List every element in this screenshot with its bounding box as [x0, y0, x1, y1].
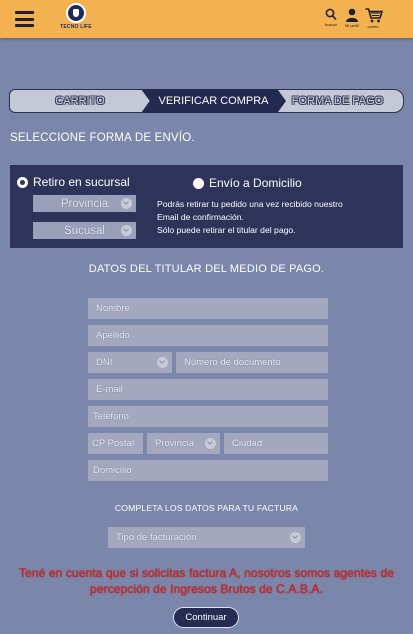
step-verify[interactable]: VERIFICAR COMPRA: [141, 89, 286, 113]
header-actions: buscar Mi perfil carrito: [323, 8, 383, 29]
cart-label: carrito: [367, 24, 379, 29]
radio-checked-icon: [17, 176, 28, 188]
name-field[interactable]: Nombre: [88, 298, 328, 319]
pickup-branch-select[interactable]: Sucusal: [33, 222, 136, 239]
chevron-down-icon: [205, 438, 216, 449]
menu-icon[interactable]: [15, 11, 34, 27]
shipping-panel: Retiro en sucursal Envío a Domicilio Pro…: [10, 165, 403, 248]
invoice-type-select[interactable]: Tipo de facturación: [108, 527, 305, 548]
phone-field[interactable]: Teléfono: [88, 406, 328, 427]
email-field[interactable]: E-mail: [88, 379, 328, 400]
top-bar: TECNO LIFE buscar Mi perfil carrito: [0, 0, 413, 38]
pickup-note-line: Podrás retirar tu pedido una vez recibid…: [157, 199, 343, 209]
profile-button[interactable]: Mi perfil: [344, 8, 360, 29]
invoice-type-value: Tipo de facturación: [116, 532, 197, 543]
pickup-province-value: Provincia: [60, 197, 109, 210]
radio-unchecked-icon: [193, 177, 204, 189]
home-delivery-radio[interactable]: Envío a Domicilio: [193, 176, 302, 190]
user-icon: [346, 8, 358, 22]
cart-icon: [365, 8, 383, 23]
pickup-note-line: Sólo puede retirar el titular del pago.: [157, 225, 296, 235]
province-select[interactable]: Provincia: [147, 433, 220, 454]
chevron-down-icon: [157, 357, 168, 368]
logo-badge-icon: [66, 3, 86, 23]
invoice-title: COMPLETA LOS DATOS PARA TU FACTURA: [114, 503, 299, 513]
holder-title: DATOS DEL TITULAR DEL MEDIO DE PAGO.: [88, 263, 325, 275]
logo[interactable]: TECNO LIFE: [58, 3, 94, 30]
doc-type-value: DNI: [96, 357, 113, 368]
province-value: Provincia: [155, 438, 195, 449]
cart-button[interactable]: carrito: [365, 8, 383, 29]
checkout-steps: CARRITO FORMA DE PAGO VERIFICAR COMPRA: [9, 89, 404, 113]
logo-text: TECNO LIFE: [60, 24, 92, 30]
invoice-warning: Tené en cuenta que si solicitas factura …: [18, 566, 395, 596]
pickup-radio[interactable]: Retiro en sucursal: [17, 175, 130, 189]
step-payment[interactable]: FORMA DE PAGO: [271, 89, 404, 113]
chevron-down-icon: [121, 225, 132, 236]
city-field[interactable]: Ciudad: [224, 433, 328, 454]
continue-button[interactable]: Continuar: [173, 607, 239, 628]
pickup-label: Retiro en sucursal: [33, 175, 130, 189]
search-icon: [325, 8, 337, 21]
shipping-title: SELECCIONE FORMA DE ENVÍO.: [10, 132, 195, 144]
pickup-province-select[interactable]: Provincia: [33, 195, 136, 212]
step-cart[interactable]: CARRITO: [9, 89, 151, 113]
profile-label: Mi perfil: [344, 23, 359, 28]
pickup-note: Podrás retirar tu pedido una vez recibid…: [157, 198, 343, 237]
postal-code-field[interactable]: CP Postal: [88, 433, 143, 454]
chevron-down-icon: [290, 532, 301, 543]
pickup-branch-value: Sucusal: [64, 224, 105, 237]
search-label: buscar: [324, 22, 337, 27]
chevron-down-icon: [121, 198, 132, 209]
pickup-note-line: Email de confirmación.: [157, 212, 244, 222]
search-button[interactable]: buscar: [323, 8, 339, 29]
home-delivery-label: Envío a Domicilio: [209, 176, 302, 190]
doc-number-field[interactable]: Número de documento: [176, 352, 328, 373]
doc-type-select[interactable]: DNI: [88, 352, 172, 373]
address-field[interactable]: Domicilio: [88, 460, 328, 481]
surname-field[interactable]: Apellido: [88, 325, 328, 346]
